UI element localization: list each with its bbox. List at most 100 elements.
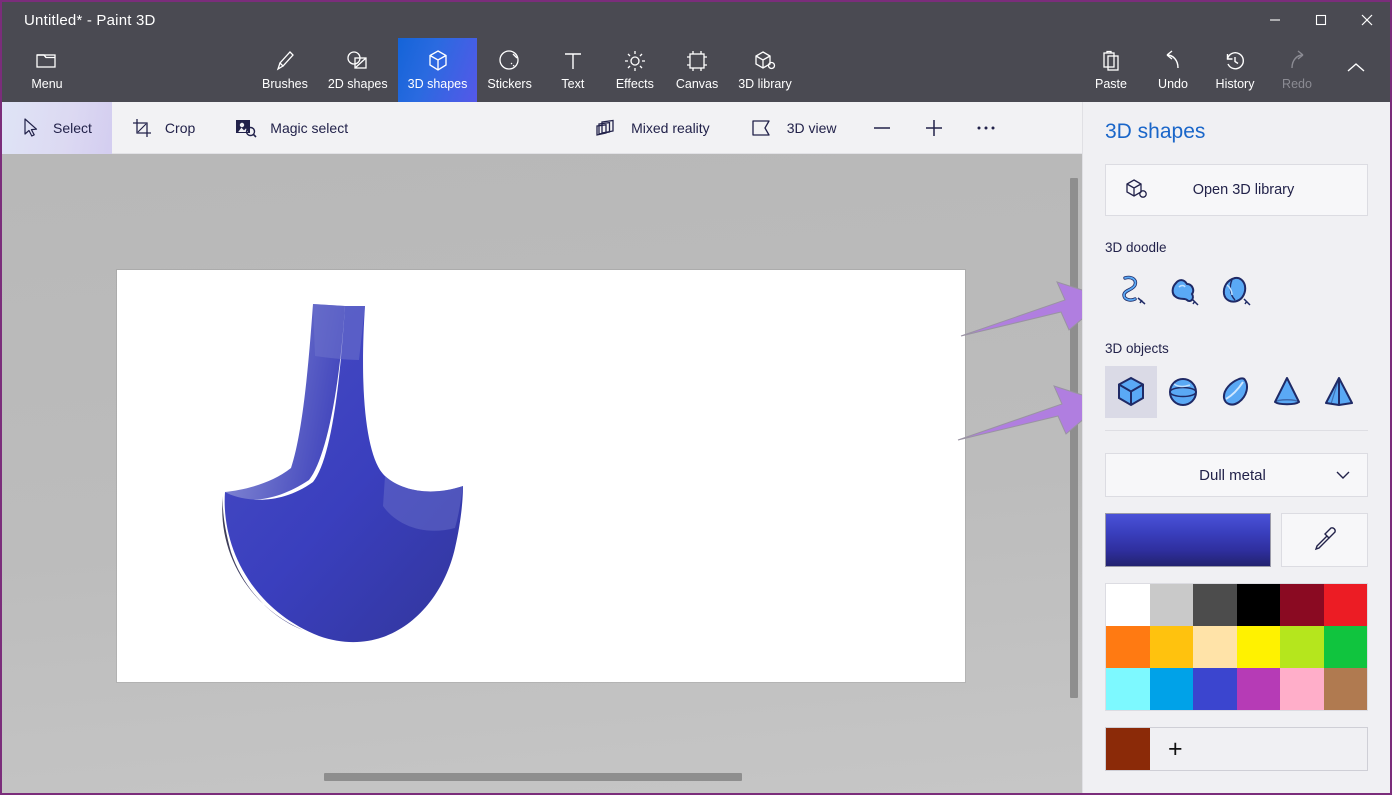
plus-icon <box>926 119 943 136</box>
palette-swatch-0-0[interactable] <box>1106 584 1150 626</box>
canvas-icon <box>685 49 709 73</box>
undo-label: Undo <box>1158 77 1188 91</box>
stickers-icon <box>498 49 522 73</box>
tab-2d-shapes-label: 2D shapes <box>327 77 388 91</box>
tab-3d-library[interactable]: 3D library <box>728 38 802 102</box>
palette-swatch-2-0[interactable] <box>1106 668 1150 710</box>
canvas-horizontal-scrollbar[interactable] <box>2 773 1082 781</box>
tab-stickers-label: Stickers <box>487 77 532 91</box>
palette-swatch-0-2[interactable] <box>1193 584 1237 626</box>
palette-swatch-0-1[interactable] <box>1149 584 1193 626</box>
cube-icon[interactable] <box>1105 366 1157 418</box>
sharp-edge-doodle-icon[interactable] <box>1157 265 1209 317</box>
mixed-reality-icon <box>596 118 618 138</box>
3d-doodle-shape-row <box>1105 265 1368 317</box>
window-controls <box>1252 2 1390 38</box>
minimize-button[interactable] <box>1252 2 1298 38</box>
magic-select-tool[interactable]: Magic select <box>215 102 368 154</box>
tab-2d-shapes[interactable]: 2D shapes <box>318 38 398 102</box>
palette-swatch-0-4[interactable] <box>1280 584 1324 626</box>
palette-swatch-2-3[interactable] <box>1236 668 1280 710</box>
palette-swatch-2-2[interactable] <box>1193 668 1237 710</box>
undo-icon <box>1161 49 1185 73</box>
mixed-reality-tool[interactable]: Mixed reality <box>576 102 730 154</box>
tab-3d-shapes-label: 3D shapes <box>407 77 468 91</box>
palette-swatch-2-5[interactable] <box>1323 668 1367 710</box>
palette-swatch-1-5[interactable] <box>1323 626 1367 668</box>
magic-select-tool-label: Magic select <box>270 119 349 136</box>
cone-icon[interactable] <box>1261 366 1313 418</box>
text-icon <box>562 49 584 73</box>
zoom-out-button[interactable] <box>856 102 908 154</box>
ellipsis-icon <box>977 126 995 129</box>
open-3d-library-button[interactable]: Open 3D library <box>1105 164 1368 216</box>
pyramid-icon[interactable] <box>1313 366 1365 418</box>
3d-shapes-panel: 3D shapes Open 3D library 3D doodle 3D o… <box>1082 102 1390 793</box>
material-dropdown[interactable]: Dull metal <box>1105 453 1368 497</box>
open-3d-library-label: Open 3D library <box>1192 182 1295 198</box>
tube-doodle-icon[interactable] <box>1209 265 1261 317</box>
close-button[interactable] <box>1344 2 1390 38</box>
palette-swatch-2-1[interactable] <box>1149 668 1193 710</box>
tab-text[interactable]: Text <box>542 38 604 102</box>
palette-swatch-2-4[interactable] <box>1280 668 1324 710</box>
title-bar: Untitled* - Paint 3D <box>2 2 1390 38</box>
zoom-in-button[interactable] <box>908 102 960 154</box>
window-title: Untitled* - Paint 3D <box>24 11 156 29</box>
material-label: Dull metal <box>1199 466 1266 484</box>
palette-swatch-0-5[interactable] <box>1323 584 1367 626</box>
tab-canvas-label: Canvas <box>675 77 719 91</box>
menu-button[interactable]: Menu <box>18 38 76 102</box>
tab-brushes-label: Brushes <box>262 77 308 91</box>
vertical-scroll-thumb[interactable] <box>1070 178 1078 698</box>
sphere-icon[interactable] <box>1157 366 1209 418</box>
3d-shapes-icon <box>427 49 449 73</box>
crop-icon <box>132 118 152 138</box>
chevron-down-icon <box>1335 469 1351 481</box>
select-tool[interactable]: Select <box>2 101 112 154</box>
canvas-workspace[interactable] <box>2 154 1082 793</box>
custom-color-swatch[interactable] <box>1106 728 1150 770</box>
tab-effects[interactable]: Effects <box>604 38 666 102</box>
chevron-up-icon <box>1345 61 1367 80</box>
paste-button[interactable]: Paste <box>1080 38 1142 102</box>
teardrop-icon[interactable] <box>1209 366 1261 418</box>
maximize-button[interactable] <box>1298 2 1344 38</box>
palette-swatch-1-1[interactable] <box>1149 626 1193 668</box>
canvas-sheet[interactable] <box>117 270 965 682</box>
tab-effects-label: Effects <box>615 77 654 91</box>
eyedropper-button[interactable] <box>1281 513 1368 567</box>
crop-tool[interactable]: Crop <box>112 102 215 154</box>
palette-swatch-0-3[interactable] <box>1236 584 1280 626</box>
history-button[interactable]: History <box>1204 38 1266 102</box>
redo-label: Redo <box>1282 77 1312 91</box>
palette-swatch-1-0[interactable] <box>1106 626 1150 668</box>
undo-button[interactable]: Undo <box>1142 38 1204 102</box>
palette-swatch-1-3[interactable] <box>1236 626 1280 668</box>
blue-3d-doodle-shape[interactable] <box>217 300 497 675</box>
current-color-swatch[interactable] <box>1105 513 1271 567</box>
palette-swatch-1-2[interactable] <box>1193 626 1237 668</box>
redo-icon <box>1285 49 1309 73</box>
zoom-controls <box>856 102 1012 154</box>
paste-label: Paste <box>1095 77 1127 91</box>
redo-button: Redo <box>1266 38 1328 102</box>
more-options-button[interactable] <box>960 102 1012 154</box>
tab-3d-shapes[interactable]: 3D shapes <box>397 38 478 102</box>
collapse-ribbon-button[interactable] <box>1328 38 1384 102</box>
panel-divider <box>1105 430 1368 431</box>
panel-title: 3D shapes <box>1105 120 1206 143</box>
paint3d-window: Untitled* - Paint 3D Menu Brushes 2D sha… <box>0 0 1392 795</box>
canvas-vertical-scrollbar[interactable] <box>1070 178 1078 766</box>
palette-swatch-1-4[interactable] <box>1280 626 1324 668</box>
soft-edge-doodle-icon[interactable] <box>1105 265 1157 317</box>
tab-brushes[interactable]: Brushes <box>252 38 318 102</box>
add-color-button[interactable]: + <box>1150 728 1367 770</box>
tab-canvas[interactable]: Canvas <box>666 38 728 102</box>
tab-stickers[interactable]: Stickers <box>477 38 541 102</box>
3d-view-tool[interactable]: 3D view <box>730 102 857 154</box>
3d-doodle-section-label: 3D doodle <box>1105 240 1167 255</box>
history-icon <box>1223 49 1247 73</box>
select-tool-label: Select <box>53 119 92 136</box>
horizontal-scroll-thumb[interactable] <box>324 773 742 781</box>
